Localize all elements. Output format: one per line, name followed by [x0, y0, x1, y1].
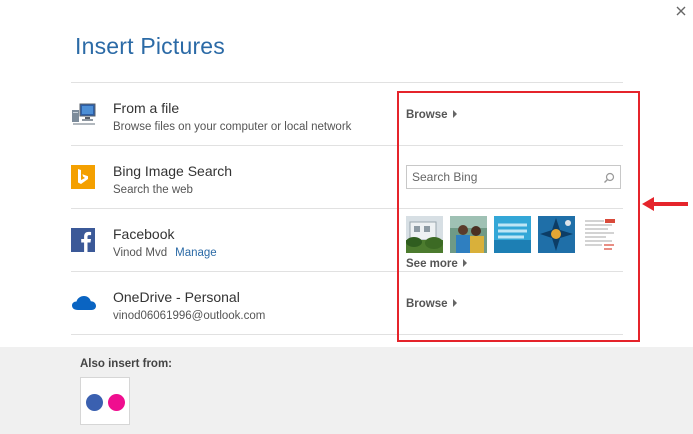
source-row-onedrive[interactable]: OneDrive - Personal vinod06061996@outloo…: [71, 271, 391, 331]
flickr-pink-dot: [108, 394, 125, 411]
annotation-arrow-icon: [640, 196, 690, 212]
account-name: Vinod Mvd: [113, 247, 168, 259]
close-icon[interactable]: [674, 4, 688, 18]
facebook-icon: [71, 228, 95, 252]
annotation-highlight-box: [397, 91, 640, 342]
source-row-from-file[interactable]: From a file Browse files on your compute…: [71, 82, 391, 142]
source-subtitle: vinod06061996@outlook.com: [113, 310, 266, 322]
source-subtitle: Search the web: [113, 184, 193, 196]
onedrive-icon: [71, 291, 96, 315]
source-name: Bing Image Search: [113, 163, 233, 179]
flickr-blue-dot: [86, 394, 103, 411]
also-insert-label: Also insert from:: [80, 358, 173, 370]
manage-link[interactable]: Manage: [175, 247, 217, 259]
facebook-account: Vinod Mvd Manage: [113, 247, 217, 259]
footer-panel: Also insert from:: [0, 347, 693, 434]
source-name: Facebook: [113, 226, 175, 242]
dialog-title: Insert Pictures: [75, 33, 225, 59]
flickr-icon[interactable]: [80, 377, 130, 425]
source-row-bing[interactable]: Bing Image Search Search the web: [71, 145, 391, 205]
bing-icon: [71, 165, 95, 189]
source-name: From a file: [113, 100, 180, 116]
source-name: OneDrive - Personal: [113, 289, 240, 305]
source-row-facebook[interactable]: Facebook Vinod Mvd Manage: [71, 208, 391, 268]
source-subtitle: Browse files on your computer or local n…: [113, 121, 352, 133]
computer-icon: [71, 102, 96, 126]
